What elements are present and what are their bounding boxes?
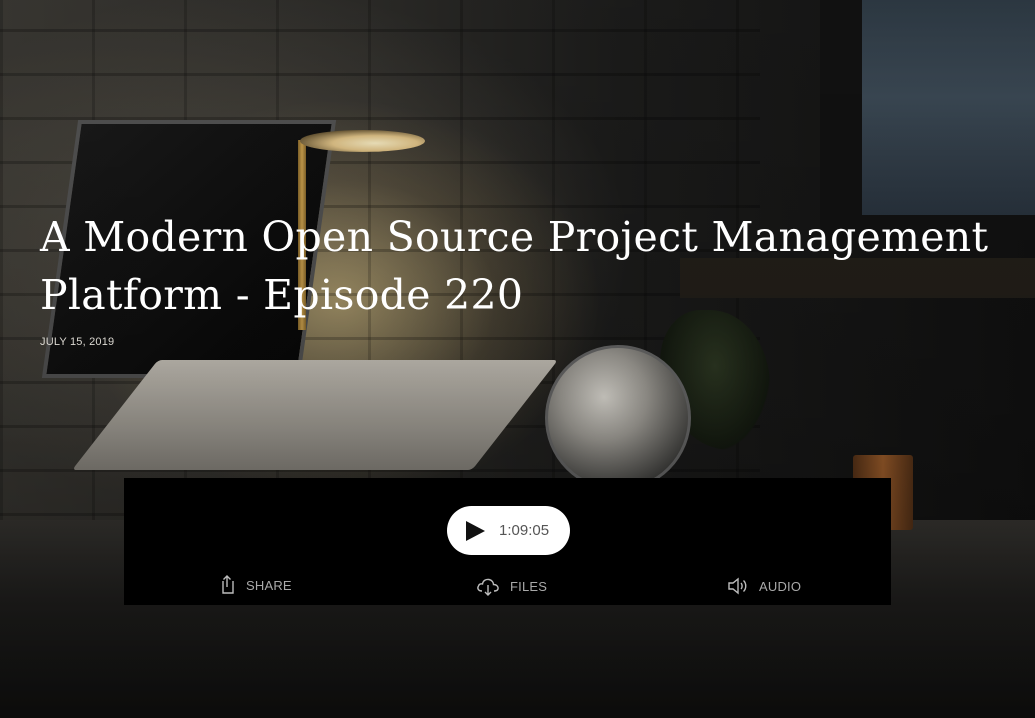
files-label: FILES — [510, 578, 548, 594]
play-button[interactable]: 1:09:05 — [447, 506, 570, 555]
play-icon — [466, 520, 485, 541]
share-label: SHARE — [246, 577, 292, 593]
hero-section: A Modern Open Source Project Management … — [0, 0, 1035, 718]
files-button[interactable]: FILES — [476, 576, 547, 596]
background-overlay — [0, 0, 1035, 718]
speaker-icon — [728, 577, 747, 595]
cloud-download-icon — [477, 578, 499, 596]
episode-duration: 1:09:05 — [499, 522, 550, 539]
episode-date: JULY 15, 2019 — [40, 336, 115, 348]
audio-button[interactable]: AUDIO — [727, 576, 801, 596]
audio-label: AUDIO — [759, 578, 802, 594]
share-icon — [222, 575, 234, 594]
share-button[interactable]: SHARE — [218, 575, 292, 595]
audio-player: 1:09:05 SHARE FILES AUDIO — [124, 478, 891, 605]
episode-title: A Modern Open Source Project Management … — [40, 213, 989, 319]
